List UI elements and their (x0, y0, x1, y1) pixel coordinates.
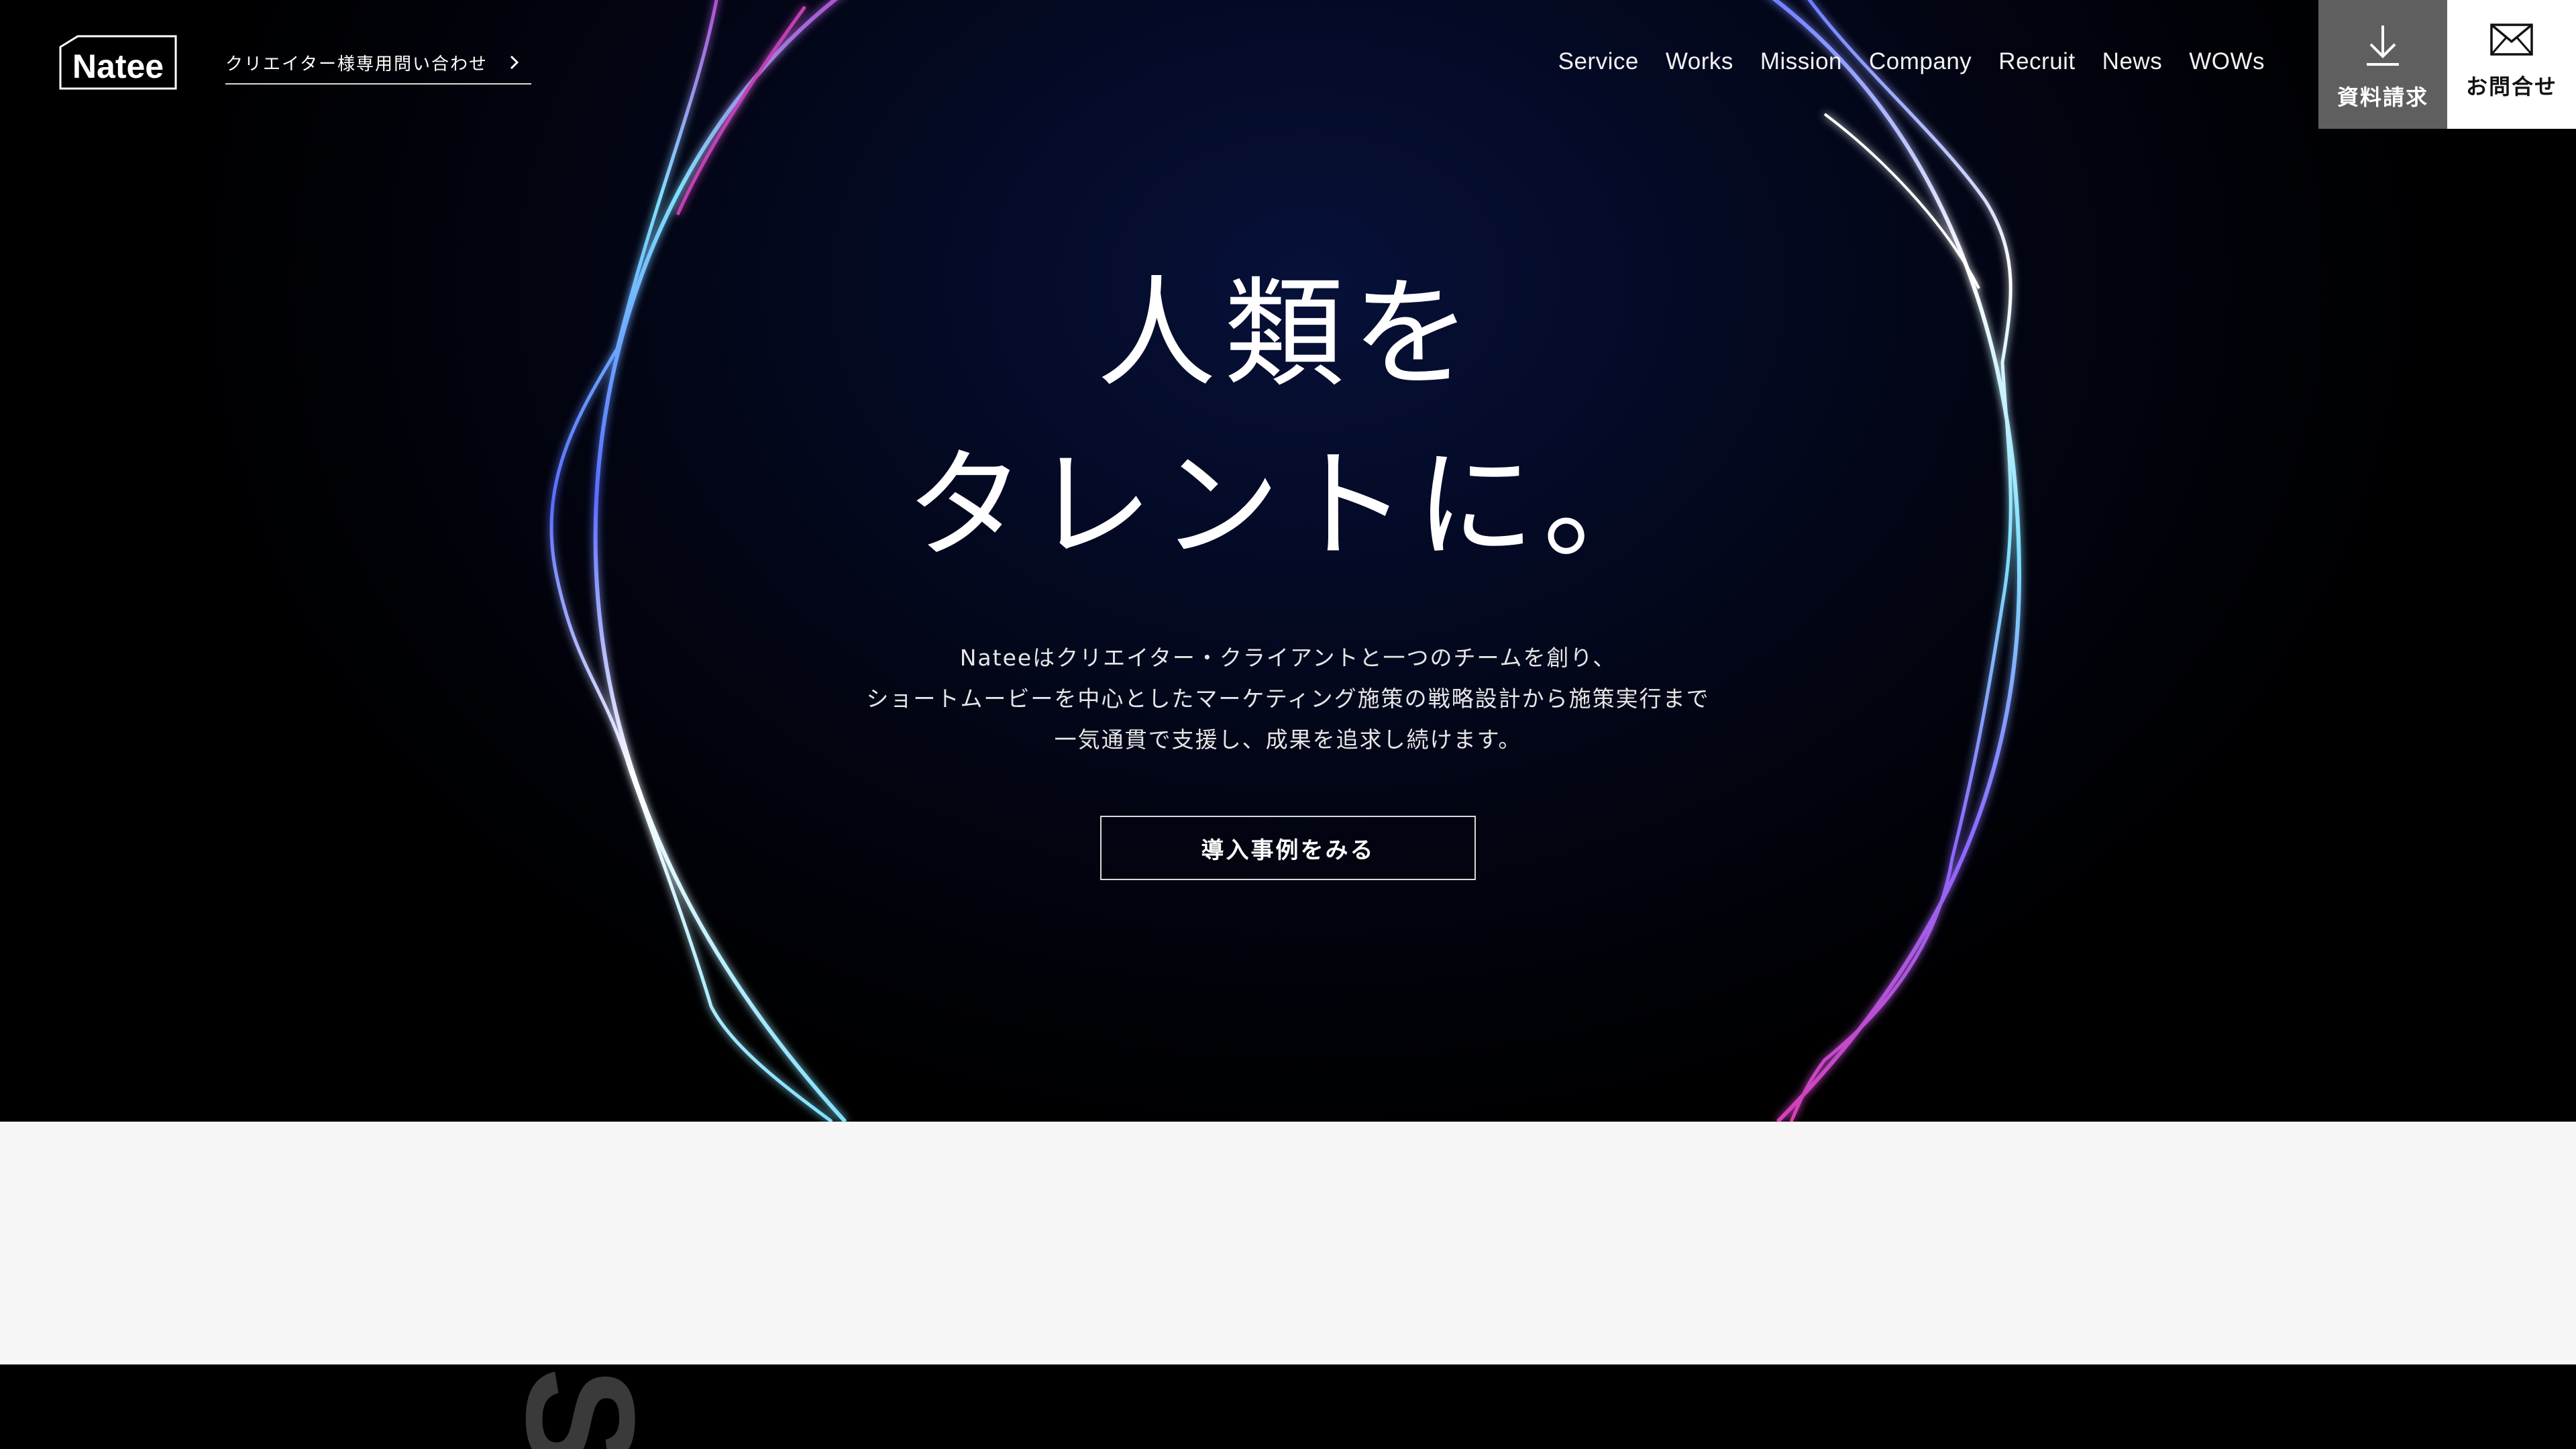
hero-headline: 人類を タレントに。 (0, 248, 2576, 592)
download-arrow-icon (2367, 25, 2399, 66)
headline-line-2: タレントに。 (906, 436, 1670, 575)
lead-line-1: Nateeはクリエイター・クライアントと一つのチームを創り、 (959, 645, 1617, 671)
creator-contact-label: クリエイター様専用問い合わせ (225, 54, 488, 74)
nav-works[interactable]: Works (1666, 48, 1733, 75)
lead-line-2: ショートムービーを中心としたマーケティング施策の戦略設計から施策実行まで (866, 686, 1710, 712)
nav-mission[interactable]: Mission (1760, 48, 1842, 75)
nav-news[interactable]: News (2102, 48, 2163, 75)
headline-line-1: 人類を (1097, 264, 1479, 403)
service-section-preview: S (0, 1364, 2576, 1449)
section-decorative-letter: S (494, 1367, 667, 1449)
hero-section: Natee クリエイター様専用問い合わせ Service Works Missi… (0, 0, 2576, 1122)
chevron-right-icon (510, 55, 519, 70)
lead-line-3: 一気通貫で支援し、成果を追求し続けます。 (1054, 727, 1522, 753)
light-section (0, 1122, 2576, 1364)
nav-wows[interactable]: WOWs (2189, 48, 2265, 75)
logo-mark: Natee (59, 35, 177, 90)
logo-text: Natee (72, 48, 164, 85)
hero-lead: Nateeはクリエイター・クライアントと一つのチームを創り、 ショートムービーを… (0, 637, 2576, 760)
contact-button[interactable]: お問合せ (2447, 0, 2576, 129)
envelope-icon (2490, 23, 2533, 56)
nav-company[interactable]: Company (1869, 48, 1972, 75)
download-materials-label: 資料請求 (2337, 85, 2428, 110)
main-nav: Service Works Mission Company Recruit Ne… (1558, 48, 2265, 75)
nav-service[interactable]: Service (1558, 48, 1639, 75)
nav-recruit[interactable]: Recruit (1998, 48, 2075, 75)
download-materials-button[interactable]: 資料請求 (2318, 0, 2447, 129)
contact-label: お問合せ (2465, 74, 2557, 99)
creator-contact-link[interactable]: クリエイター様専用問い合わせ (225, 42, 531, 85)
natee-logo[interactable]: Natee (58, 34, 178, 91)
view-cases-button[interactable]: 導入事例をみる (1100, 816, 1476, 880)
